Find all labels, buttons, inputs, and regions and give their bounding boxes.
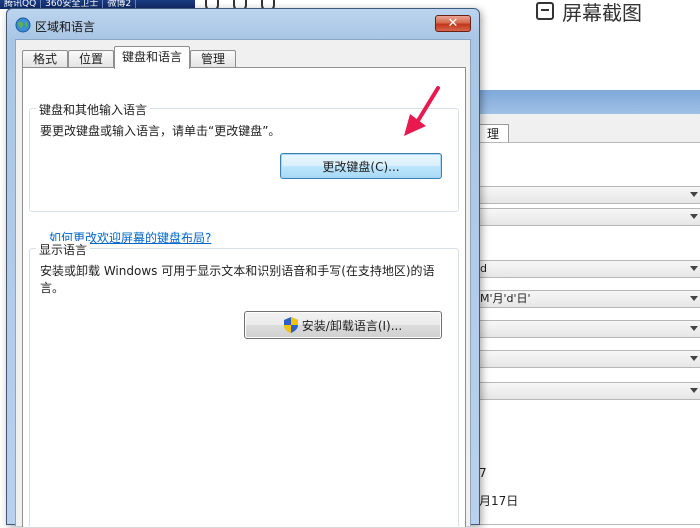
chevron-down-icon	[690, 192, 698, 197]
tab-location[interactable]: 位置	[68, 50, 114, 68]
background-combo[interactable]: M'月'd'日'	[475, 290, 700, 308]
tab-panel: 键盘和其他输入语言 要更改键盘或输入语言，请单击“更改键盘”。 更改键盘(C).…	[22, 67, 466, 528]
dialog-titlebar[interactable]: 区域和语言 ✕	[7, 9, 479, 37]
globe-icon	[15, 17, 31, 33]
screenshot-icon	[536, 2, 554, 20]
install-uninstall-languages-button[interactable]: 安装/卸载语言(I)...	[244, 311, 442, 339]
combo-value: d	[480, 262, 487, 275]
tab-administrative[interactable]: 管理	[190, 50, 236, 68]
button-label: 安装/卸载语言(I)...	[301, 318, 403, 333]
region-language-dialog: 区域和语言 ✕ 格式 位置 键盘和语言 管理 键盘和其他输入语言 要更改键盘或输…	[6, 8, 480, 528]
display-language-group: 显示语言 安装或卸载 Windows 可用于显示文本和识别语音和手写(在支持地区…	[29, 241, 459, 528]
combo-value: M'月'd'日'	[480, 292, 531, 305]
background-combo[interactable]	[475, 320, 700, 338]
uac-shield-icon	[283, 317, 298, 333]
group-title: 键盘和其他输入语言	[36, 101, 151, 118]
chevron-down-icon	[690, 388, 698, 393]
background-text: 7	[479, 466, 487, 480]
tab-keyboards-languages[interactable]: 键盘和语言	[114, 46, 190, 69]
button-label: 更改键盘(C)...	[322, 159, 400, 174]
dialog-title: 区域和语言	[35, 20, 96, 34]
background-combo[interactable]: d	[475, 260, 700, 278]
chevron-down-icon	[690, 214, 698, 219]
dialog-client-area: 格式 位置 键盘和语言 管理 键盘和其他输入语言 要更改键盘或输入语言，请单击“…	[15, 39, 471, 528]
screenshot-tool-button[interactable]: 屏幕截图	[536, 0, 642, 25]
group-description: 要更改键盘或输入语言，请单击“更改键盘”。	[40, 124, 281, 138]
group-description: 安装或卸载 Windows 可用于显示文本和识别语音和手写(在支持地区)的语	[40, 264, 435, 278]
chevron-down-icon	[690, 296, 698, 301]
background-combo[interactable]	[475, 382, 700, 400]
tab-formats[interactable]: 格式	[22, 50, 68, 68]
background-combo[interactable]	[475, 350, 700, 368]
keyboard-group: 键盘和其他输入语言 要更改键盘或输入语言，请单击“更改键盘”。 更改键盘(C).…	[29, 101, 459, 212]
background-combo[interactable]	[475, 186, 700, 204]
close-icon: ✕	[447, 16, 459, 31]
chevron-down-icon	[690, 326, 698, 331]
background-window: 理 d M'月'd'日' 7 月17日	[470, 90, 700, 525]
background-window-titlebar	[471, 90, 700, 114]
background-text: 月17日	[479, 494, 519, 508]
chevron-down-icon	[690, 356, 698, 361]
background-combo[interactable]	[475, 208, 700, 226]
background-tab[interactable]: 理	[477, 124, 509, 142]
chevron-down-icon	[690, 266, 698, 271]
group-description: 言。	[40, 281, 65, 295]
change-keyboards-button[interactable]: 更改键盘(C)...	[280, 153, 442, 179]
screenshot-tool-label: 屏幕截图	[562, 0, 642, 25]
group-title: 显示语言	[36, 241, 91, 258]
close-button[interactable]: ✕	[435, 15, 471, 32]
